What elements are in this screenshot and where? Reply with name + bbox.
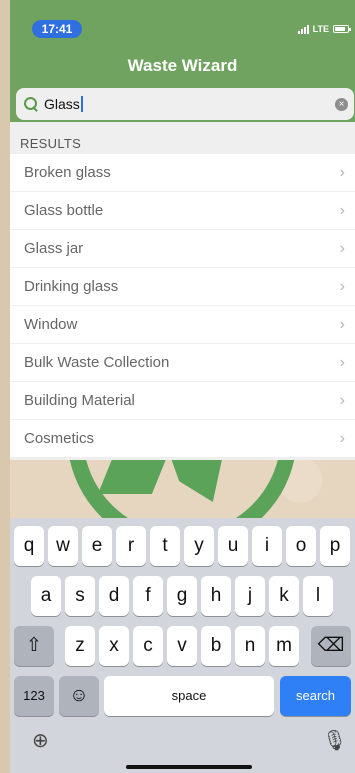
text-caret bbox=[80, 96, 83, 112]
result-label: Glass bottle bbox=[24, 202, 104, 219]
chevron-right-icon: › bbox=[339, 391, 345, 409]
chevron-right-icon: › bbox=[339, 429, 345, 447]
phone-screen: 17:41 LTE Waste Wizard Glass × RESULTS B… bbox=[0, 0, 355, 773]
key-t[interactable]: t bbox=[150, 526, 180, 566]
key-e[interactable]: e bbox=[82, 526, 112, 566]
key-x[interactable]: x bbox=[99, 626, 129, 666]
key-d[interactable]: d bbox=[99, 576, 129, 616]
delete-key[interactable]: ⌫ bbox=[311, 626, 351, 666]
chevron-right-icon: › bbox=[339, 201, 345, 219]
emoji-key[interactable]: ☺ bbox=[59, 676, 99, 716]
search-icon bbox=[24, 97, 38, 111]
clear-icon[interactable]: × bbox=[335, 98, 348, 111]
key-s[interactable]: s bbox=[65, 576, 95, 616]
globe-icon[interactable]: ⊕ bbox=[32, 728, 49, 753]
key-b[interactable]: b bbox=[201, 626, 231, 666]
key-j[interactable]: j bbox=[235, 576, 265, 616]
page-title: Waste Wizard bbox=[127, 56, 238, 75]
result-item[interactable]: Bulk Waste Collection › bbox=[10, 344, 355, 382]
key-z[interactable]: z bbox=[65, 626, 95, 666]
key-y[interactable]: y bbox=[184, 526, 214, 566]
key-v[interactable]: v bbox=[167, 626, 197, 666]
backspace-icon: ⌫ bbox=[317, 635, 345, 656]
numbers-key[interactable]: 123 bbox=[14, 676, 54, 716]
battery-icon bbox=[333, 25, 351, 33]
result-label: Cosmetics bbox=[24, 430, 95, 447]
key-k[interactable]: k bbox=[269, 576, 299, 616]
on-screen-keyboard: q w e r t y u i o p a s d f g h j k l ⇧ … bbox=[10, 518, 355, 773]
result-item[interactable]: Drinking glass › bbox=[10, 268, 355, 306]
result-item[interactable]: Building Material › bbox=[10, 382, 355, 420]
shift-key[interactable]: ⇧ bbox=[14, 626, 54, 666]
space-key[interactable]: space bbox=[104, 676, 274, 716]
network-label: LTE bbox=[312, 24, 329, 34]
signal-icon bbox=[297, 24, 309, 34]
microphone-icon[interactable]: 🎙 bbox=[322, 728, 347, 753]
background-strip bbox=[0, 0, 10, 773]
search-bar: Glass × bbox=[10, 86, 355, 122]
chevron-right-icon: › bbox=[339, 239, 345, 257]
results-header: RESULTS bbox=[20, 136, 82, 151]
result-label: Broken glass bbox=[24, 164, 111, 181]
result-label: Glass jar bbox=[24, 240, 84, 257]
emoji-icon: ☺ bbox=[69, 685, 89, 706]
result-label: Bulk Waste Collection bbox=[24, 354, 170, 371]
search-key[interactable]: search bbox=[280, 676, 351, 716]
key-c[interactable]: c bbox=[133, 626, 163, 666]
app-header: 17:41 LTE Waste Wizard bbox=[10, 0, 355, 86]
result-item[interactable]: Cosmetics › bbox=[10, 420, 355, 458]
home-indicator bbox=[126, 765, 252, 769]
results-panel: RESULTS Broken glass › Glass bottle › Glas… bbox=[10, 122, 355, 460]
key-i[interactable]: i bbox=[252, 526, 282, 566]
result-item[interactable]: Broken glass › bbox=[10, 154, 355, 192]
results-list: Broken glass › Glass bottle › Glass jar › D… bbox=[10, 154, 355, 458]
key-g[interactable]: g bbox=[167, 576, 197, 616]
key-u[interactable]: u bbox=[218, 526, 248, 566]
status-indicators: LTE bbox=[297, 22, 351, 36]
result-item[interactable]: Glass jar › bbox=[10, 230, 355, 268]
key-m[interactable]: m bbox=[269, 626, 299, 666]
key-a[interactable]: a bbox=[31, 576, 61, 616]
key-f[interactable]: f bbox=[133, 576, 163, 616]
status-time: 17:41 bbox=[32, 20, 82, 38]
key-p[interactable]: p bbox=[320, 526, 350, 566]
key-w[interactable]: w bbox=[48, 526, 78, 566]
shift-icon: ⇧ bbox=[26, 635, 42, 656]
key-n[interactable]: n bbox=[235, 626, 265, 666]
result-label: Drinking glass bbox=[24, 278, 119, 295]
recycle-logo bbox=[10, 460, 355, 518]
key-r[interactable]: r bbox=[116, 526, 146, 566]
chevron-right-icon: › bbox=[339, 277, 345, 295]
key-h[interactable]: h bbox=[201, 576, 231, 616]
search-text: Glass bbox=[44, 96, 80, 112]
key-o[interactable]: o bbox=[286, 526, 316, 566]
chevron-right-icon: › bbox=[339, 315, 345, 333]
result-item[interactable]: Window › bbox=[10, 306, 355, 344]
key-l[interactable]: l bbox=[303, 576, 333, 616]
result-label: Building Material bbox=[24, 392, 135, 409]
chevron-right-icon: › bbox=[339, 163, 345, 181]
key-q[interactable]: q bbox=[14, 526, 44, 566]
chevron-right-icon: › bbox=[339, 353, 345, 371]
result-label: Window bbox=[24, 316, 78, 333]
search-input[interactable]: Glass × bbox=[16, 88, 354, 120]
result-item[interactable]: Glass bottle › bbox=[10, 192, 355, 230]
